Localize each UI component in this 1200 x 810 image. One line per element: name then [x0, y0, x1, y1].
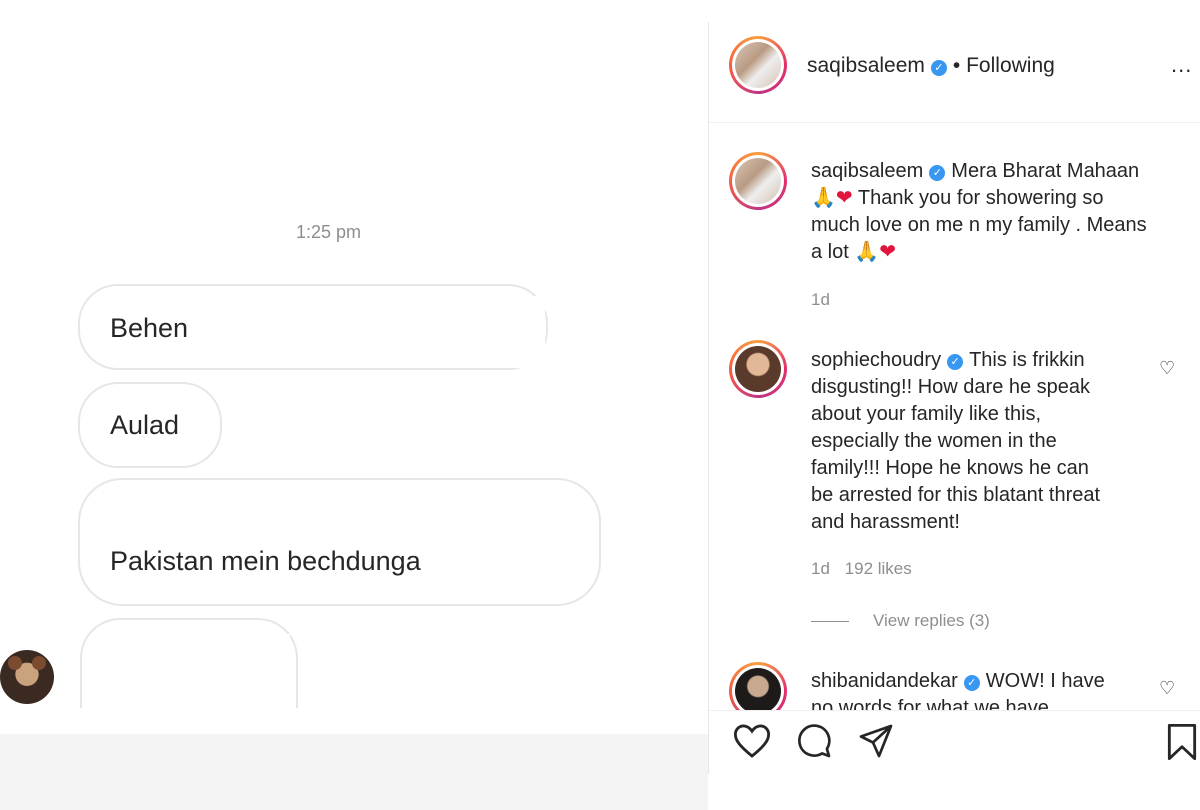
caption-line: 🙏❤ Thank you for showering so: [811, 185, 1147, 212]
avatar-image: [735, 42, 781, 88]
verified-badge-icon: ✓: [963, 675, 980, 691]
username-link[interactable]: saqibsaleem: [811, 160, 923, 182]
comment: sophiechoudry ✓ This is frikkin disgusting…: [811, 347, 1100, 536]
comment-line: sophiechoudry ✓ This is frikkin: [811, 347, 1100, 374]
share-icon[interactable]: [857, 723, 895, 768]
caption-text: a lot: [811, 241, 849, 263]
header-user: saqibsaleem ✓ • Following: [807, 54, 1055, 78]
folded-hands-emoji: 🙏: [811, 187, 836, 209]
verified-badge-icon: ✓: [930, 60, 947, 76]
caption-line: saqibsaleem ✓ Mera Bharat Mahaan: [811, 158, 1147, 185]
avatar-image: [735, 346, 781, 392]
chat-screenshot: 1:25 pm Behen Aulad Pakistan mein bechdu…: [0, 0, 708, 810]
avatar-ear-left: [8, 656, 22, 670]
username-link[interactable]: shibanidandekar: [811, 670, 958, 692]
separator-dot: •: [952, 54, 961, 77]
heart-emoji: ❤: [835, 187, 853, 209]
comment-age: 1d: [811, 559, 830, 578]
share-icon-svg: [859, 724, 893, 758]
caption-age: 1d: [811, 290, 830, 309]
comment-text: disgusting!! How dare he speak: [811, 376, 1091, 398]
chat-message: Aulad: [78, 382, 222, 468]
avatar[interactable]: [729, 152, 787, 210]
caption-text: much love on me n my family . Means: [811, 214, 1147, 236]
following-button[interactable]: Following: [966, 54, 1055, 77]
comment-text: This is frikkin: [969, 349, 1085, 371]
more-options-icon[interactable]: ...: [1171, 52, 1192, 78]
heart-emoji: ❤: [879, 241, 897, 263]
view-replies-button[interactable]: View replies (3): [873, 611, 990, 631]
avatar[interactable]: [729, 340, 787, 398]
chat-message-text: Behen: [110, 313, 189, 343]
screenshot: 1:25 pm Behen Aulad Pakistan mein bechdu…: [0, 0, 1200, 810]
comment-text: about your family like this,: [811, 403, 1042, 425]
like-comment-heart-icon[interactable]: ♡: [1159, 358, 1175, 379]
caption-text: Mera Bharat Mahaan: [951, 160, 1140, 182]
chat-message-text: Pakistan mein bechdunga: [110, 546, 421, 576]
bookmark-icon-svg: [1167, 723, 1197, 761]
comment-meta: 1d 192 likes: [811, 559, 912, 579]
chat-composer-bar: [0, 734, 708, 810]
comment-text: especially the women in the: [811, 430, 1057, 452]
avatar-image: [735, 668, 781, 714]
username-link[interactable]: saqibsaleem: [807, 54, 925, 77]
redaction: [92, 634, 290, 706]
replies-divider: [811, 621, 849, 622]
comment-text: WOW! I have: [985, 670, 1105, 692]
comment-line: shibanidandekar ✓ WOW! I have: [811, 668, 1105, 695]
chat-timestamp: 1:25 pm: [296, 222, 362, 242]
caption-text: Thank you for showering so: [857, 187, 1104, 209]
comment-text: family!!! Hope he knows he can: [811, 457, 1089, 479]
heart-icon-svg: [733, 724, 771, 758]
chat-avatar: [0, 650, 54, 704]
bookmark-icon[interactable]: [1165, 723, 1199, 770]
comment-likes[interactable]: 192 likes: [845, 559, 912, 578]
avatar[interactable]: [729, 36, 787, 94]
post-actions-bar: [709, 710, 1200, 775]
post-panel: saqibsaleem ✓ • Following ... saqibsaleem ✓…: [708, 22, 1200, 775]
verified-badge-icon: ✓: [947, 354, 964, 370]
redaction: [104, 488, 564, 534]
heart-icon[interactable]: [733, 723, 771, 768]
verified-badge-icon: ✓: [929, 165, 946, 181]
chat-message-text: Aulad: [110, 410, 180, 440]
caption-line: a lot 🙏❤: [811, 239, 1147, 266]
comment-text: be arrested for this blatant threat: [811, 484, 1101, 506]
post-header: saqibsaleem ✓ • Following ...: [709, 22, 1200, 123]
avatar-ear-right: [32, 656, 46, 670]
redaction: [205, 296, 545, 368]
caption: saqibsaleem ✓ Mera Bharat Mahaan 🙏❤ Thank …: [811, 158, 1147, 266]
like-comment-heart-icon[interactable]: ♡: [1159, 678, 1175, 699]
username-link[interactable]: sophiechoudry: [811, 349, 941, 371]
folded-hands-emoji: 🙏: [854, 241, 880, 263]
avatar-image: [735, 158, 781, 204]
comment-text: and harassment!: [811, 511, 960, 533]
comment-icon-svg: [797, 724, 831, 758]
comment-icon[interactable]: [795, 723, 833, 768]
